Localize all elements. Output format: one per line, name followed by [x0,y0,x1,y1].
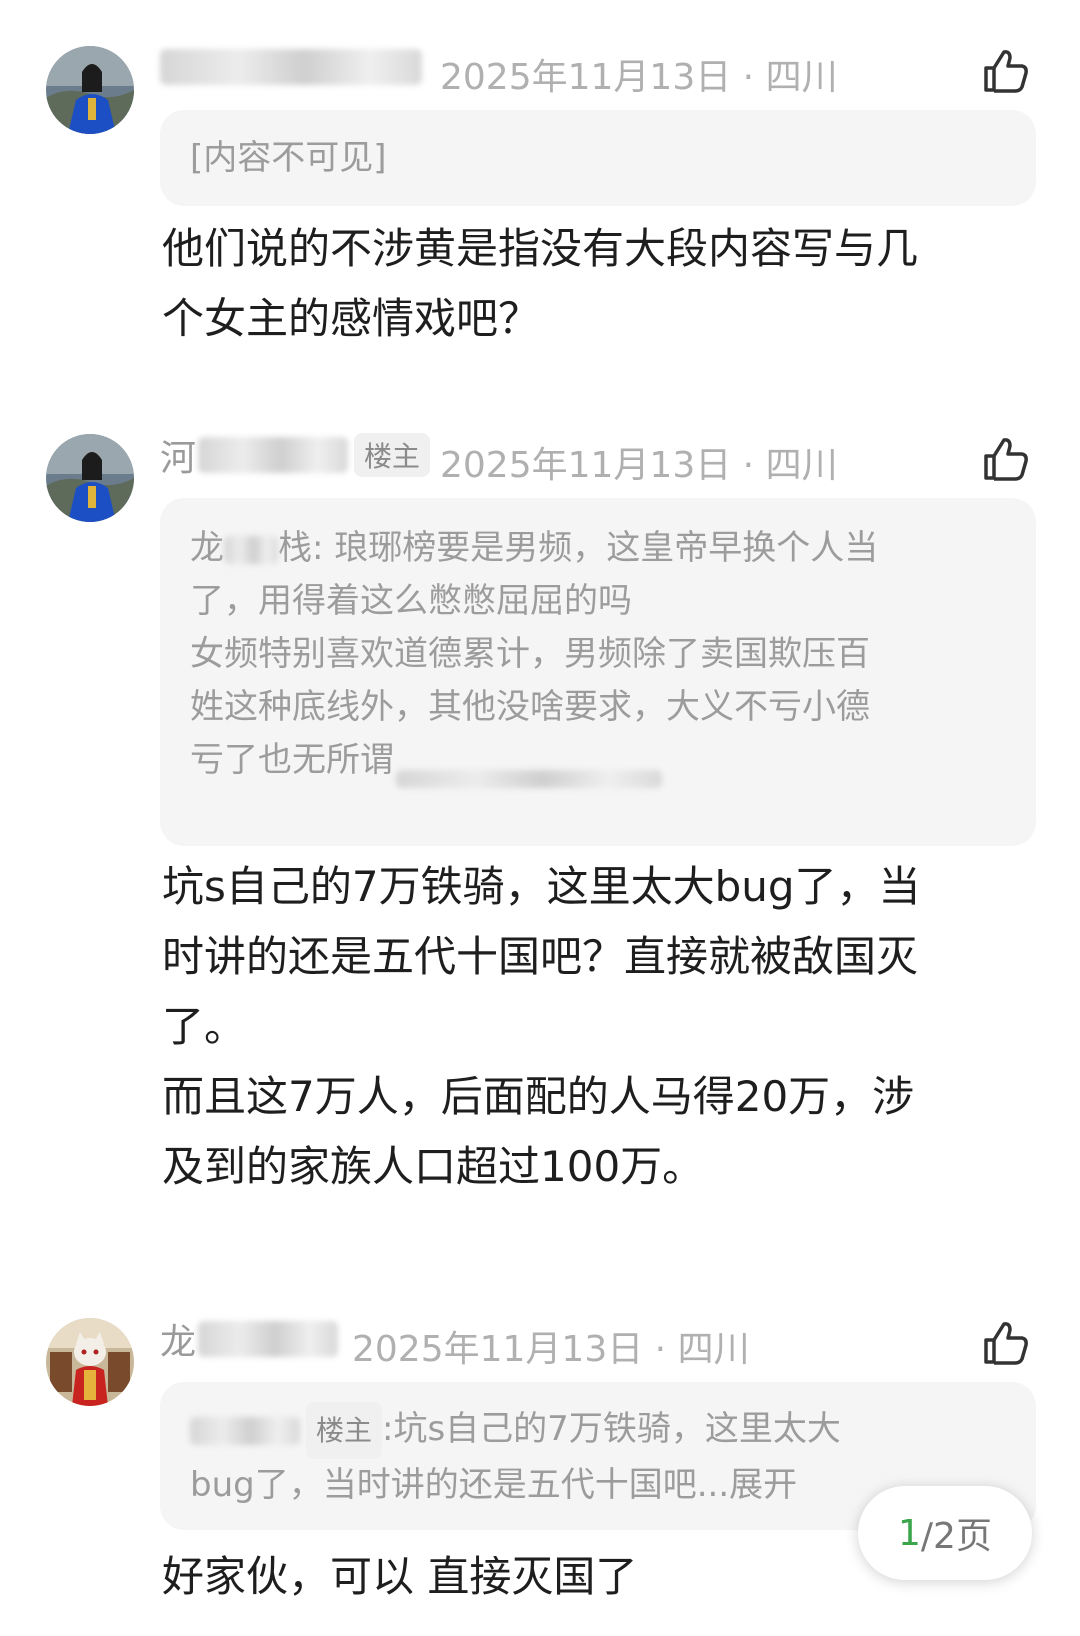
body-line: 时讲的还是五代十国吧？直接就被敌国灭 [162,932,919,981]
username[interactable] [160,44,422,90]
quote-line: 龙 栈: 琅琊榜要是男频，这皇帝早换个人当 [190,522,1006,575]
thumbs-up-icon[interactable] [980,1318,1030,1368]
quoted-reply[interactable]: [内容不可见] [160,110,1036,206]
quote-line: 女频特别喜欢道德累计，男频除了卖国欺压百 [190,634,870,674]
quote-text-start: 栈: 琅琊榜要是男频，这皇帝早换个人当 [278,528,879,568]
quote-author-redacted [224,535,278,564]
body-line: 及到的家族人口超过100万。 [162,1142,705,1191]
body-line: 他们说的不涉黄是指没有大段内容写与几 [162,224,919,273]
comment-meta: 2025年11月13日 · 四川 [440,445,838,486]
avatar-image [46,46,134,134]
quote-redacted-strip [396,770,662,788]
current-page: 1 [898,1512,921,1554]
op-badge: 楼主 [306,1402,383,1459]
comment-body: 坑s自己的7万铁骑，这里太大bug了，当 时讲的还是五代十国吧？直接就被敌国灭 … [162,852,1042,1202]
username[interactable]: 龙 [160,1316,339,1363]
body-line: 坑s自己的7万铁骑，这里太大bug了，当 [162,862,921,911]
quote-text-start: :坑s自己的7万铁骑，这里太大 [382,1409,841,1449]
thumbs-up-icon[interactable] [980,434,1030,484]
thumbs-up-icon[interactable] [980,46,1030,96]
comment-body: 他们说的不涉黄是指没有大段内容写与几 个女主的感情戏吧？ [162,214,1042,354]
quote-line: 楼主:坑s自己的7万铁骑，这里太大 [190,1402,1006,1459]
user-avatar[interactable] [46,46,134,134]
username[interactable]: 河 楼主 [160,432,431,479]
quote-author: 龙 [190,528,224,568]
avatar-image [46,434,134,522]
page-indicator[interactable]: 1/2页 [858,1486,1032,1580]
username-visible: 龙 [160,1322,197,1363]
total-pages: /2页 [920,1516,992,1557]
body-line: 而且这7万人，后面配的人马得20万，涉 [162,1072,915,1121]
username-redacted [160,49,422,85]
username-visible: 河 [160,438,197,479]
comment-meta: 2025年11月13日 · 四川 [440,57,838,98]
quote-line: 姓这种底线外，其他没啥要求，大义不亏小德 [190,687,870,727]
quote-line: 了，用得着这么憋憋屈屈的吗 [190,581,632,621]
username-redacted [198,1321,339,1357]
quote-author-redacted [190,1416,300,1445]
body-line: 个女主的感情戏吧？ [162,294,541,343]
op-badge: 楼主 [354,433,431,477]
quote-line: [内容不可见] [190,138,387,178]
avatar-image [46,1318,134,1406]
body-line: 了。 [162,1002,247,1051]
user-avatar[interactable] [46,1318,134,1406]
comment-meta: 2025年11月13日 · 四川 [352,1329,750,1370]
username-redacted [198,437,349,473]
user-avatar[interactable] [46,434,134,522]
quoted-reply[interactable]: 龙 栈: 琅琊榜要是男频，这皇帝早换个人当 了，用得着这么憋憋屈屈的吗 女频特别喜… [160,498,1036,846]
